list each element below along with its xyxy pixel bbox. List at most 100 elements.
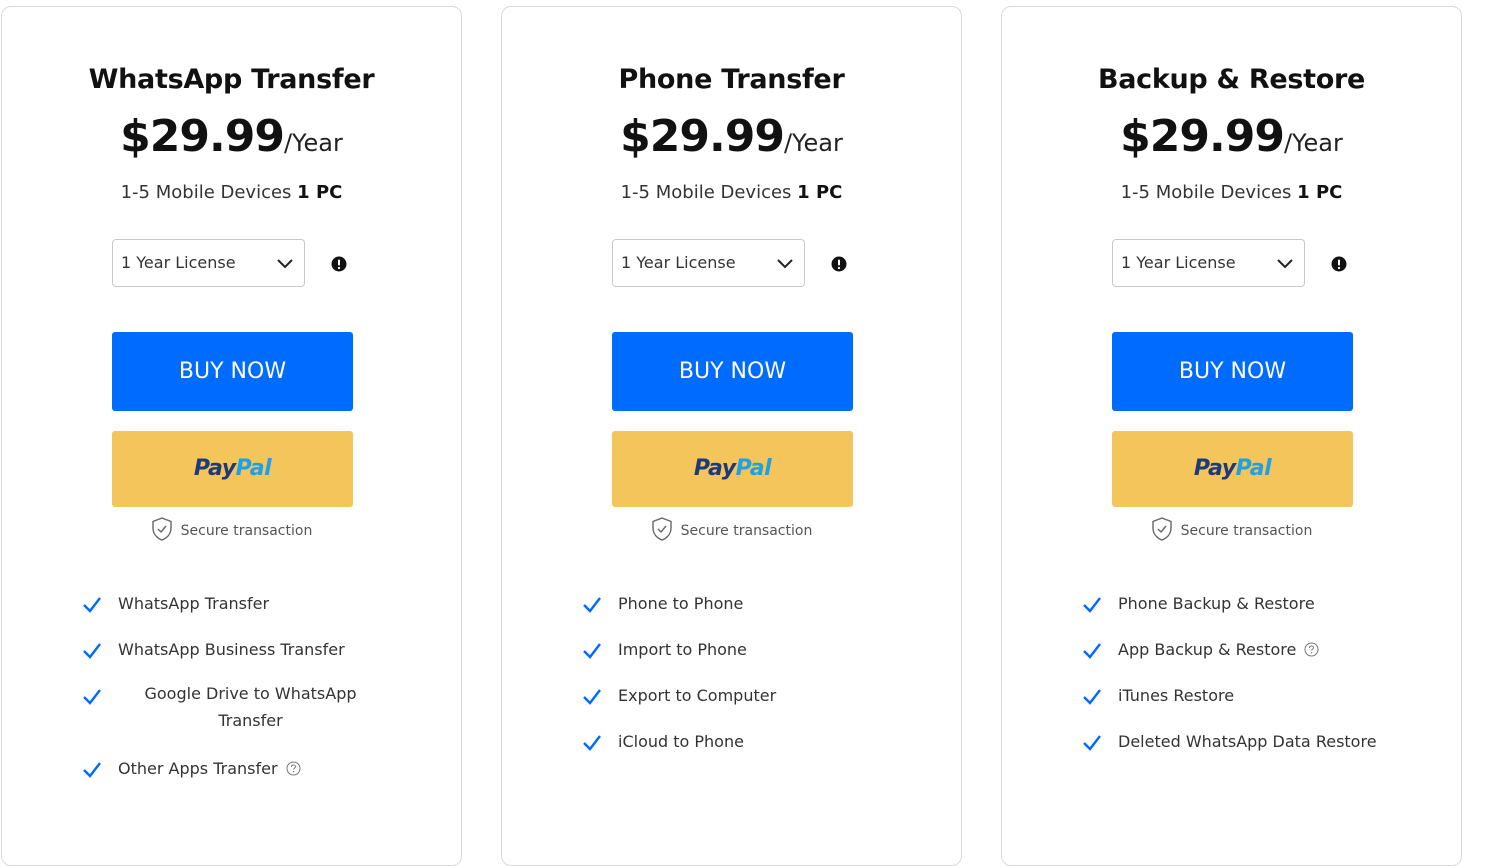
checkmark-icon: [583, 643, 601, 659]
feature-item: WhatsApp Business Transfer: [2, 639, 461, 685]
price-row: $29.99/Year: [2, 111, 461, 162]
shield-check-icon: [651, 517, 672, 541]
feature-item: Other Apps Transfer: [2, 758, 461, 804]
secure-label: Secure transaction: [680, 523, 813, 539]
price-row: $29.99/Year: [1002, 111, 1461, 162]
chevron-down-icon: [777, 259, 793, 269]
feature-label: Import to Phone: [618, 640, 747, 659]
feature-item: Deleted WhatsApp Data Restore: [1002, 731, 1461, 777]
paypal-logo-pal: Pal: [235, 456, 272, 481]
feature-label: Deleted WhatsApp Data Restore: [1118, 732, 1377, 751]
plan-price: $29.99: [620, 111, 785, 162]
feature-item: Phone Backup & Restore: [1002, 593, 1461, 639]
paypal-logo-pay: Pay: [693, 456, 736, 481]
feature-list: WhatsApp Transfer WhatsApp Business Tran…: [2, 593, 461, 804]
feature-item: Google Drive to WhatsApp Transfer: [2, 684, 461, 758]
feature-label: iCloud to Phone: [618, 732, 744, 751]
secure-transaction: Secure transaction: [502, 517, 961, 543]
exclamation-circle-icon[interactable]: [831, 256, 847, 272]
plan-title: Phone Transfer: [618, 64, 845, 95]
checkmark-icon: [1083, 597, 1101, 613]
devices-label: 1-5 Mobile Devices: [120, 182, 292, 203]
plan-title: WhatsApp Transfer: [88, 64, 375, 95]
feature-label-with-help: Other Apps Transfer: [118, 759, 301, 778]
feature-label: WhatsApp Business Transfer: [118, 640, 345, 659]
shield-check-icon: [1151, 517, 1172, 541]
checkmark-icon: [583, 735, 601, 751]
feature-item: iCloud to Phone: [502, 731, 961, 777]
chevron-down-icon: [277, 259, 293, 269]
license-select-value: 1 Year License: [1121, 253, 1236, 272]
feature-label: WhatsApp Transfer: [118, 594, 270, 613]
secure-transaction: Secure transaction: [1002, 517, 1461, 543]
paypal-logo-pay: Pay: [193, 456, 236, 481]
checkmark-icon: [1083, 735, 1101, 751]
checkmark-icon: [583, 689, 601, 705]
buy-now-button[interactable]: BUY NOW: [1112, 332, 1353, 411]
plan-card-backup-restore: Backup & Restore $29.99/Year 1-5 Mobile …: [1001, 6, 1462, 866]
pc-count: 1 PC: [1297, 182, 1343, 203]
devices-info: 1-5 Mobile Devices 1 PC: [1002, 182, 1461, 203]
exclamation-circle-icon[interactable]: [1331, 256, 1347, 272]
license-select-value: 1 Year License: [621, 253, 736, 272]
feature-label: Other Apps Transfer: [118, 759, 278, 778]
checkmark-icon: [583, 597, 601, 613]
plan-card-phone-transfer: Phone Transfer $29.99/Year 1-5 Mobile De…: [501, 6, 962, 866]
feature-item: Export to Computer: [502, 685, 961, 731]
feature-label-with-help: App Backup & Restore: [1118, 640, 1319, 659]
feature-item: WhatsApp Transfer: [2, 593, 461, 639]
secure-transaction: Secure transaction: [2, 517, 461, 543]
checkmark-icon: [83, 597, 101, 613]
exclamation-circle-icon[interactable]: [331, 256, 347, 272]
feature-item: Phone to Phone: [502, 593, 961, 639]
checkmark-icon: [83, 643, 101, 659]
devices-label: 1-5 Mobile Devices: [1120, 182, 1292, 203]
license-select-value: 1 Year License: [121, 253, 236, 272]
checkmark-icon: [1083, 643, 1101, 659]
secure-label: Secure transaction: [180, 523, 313, 539]
feature-label: Phone Backup & Restore: [1118, 594, 1315, 613]
feature-label: Export to Computer: [618, 686, 777, 705]
paypal-button[interactable]: PayPal: [1112, 431, 1353, 507]
checkmark-icon: [83, 762, 101, 778]
feature-label: App Backup & Restore: [1118, 640, 1297, 659]
chevron-down-icon: [1277, 259, 1293, 269]
question-circle-icon[interactable]: [286, 761, 301, 776]
devices-info: 1-5 Mobile Devices 1 PC: [2, 182, 461, 203]
checkmark-icon: [83, 689, 101, 705]
feature-item: App Backup & Restore: [1002, 639, 1461, 685]
checkmark-icon: [1083, 689, 1101, 705]
license-select[interactable]: 1 Year License: [112, 239, 305, 287]
paypal-button[interactable]: PayPal: [112, 431, 353, 507]
license-select[interactable]: 1 Year License: [612, 239, 805, 287]
devices-info: 1-5 Mobile Devices 1 PC: [502, 182, 961, 203]
paypal-button[interactable]: PayPal: [612, 431, 853, 507]
shield-check-icon: [151, 517, 172, 541]
license-select[interactable]: 1 Year License: [1112, 239, 1305, 287]
paypal-logo-pal: Pal: [735, 456, 772, 481]
paypal-logo-pay: Pay: [1193, 456, 1236, 481]
plan-price: $29.99: [120, 111, 285, 162]
feature-label: Google Drive to WhatsApp Transfer: [144, 684, 357, 730]
paypal-logo-pal: Pal: [1235, 456, 1272, 481]
feature-label: iTunes Restore: [1118, 686, 1235, 705]
feature-item: iTunes Restore: [1002, 685, 1461, 731]
feature-item: Import to Phone: [502, 639, 961, 685]
feature-list: Phone Backup & Restore App Backup & Rest…: [1002, 593, 1461, 777]
buy-now-button[interactable]: BUY NOW: [612, 332, 853, 411]
plan-price: $29.99: [1120, 111, 1285, 162]
plan-period: /Year: [283, 129, 343, 157]
devices-label: 1-5 Mobile Devices: [620, 182, 792, 203]
plan-title: Backup & Restore: [1097, 64, 1366, 95]
question-circle-icon[interactable]: [1304, 642, 1319, 657]
plan-period: /Year: [1283, 129, 1343, 157]
plan-card-whatsapp-transfer: WhatsApp Transfer $29.99/Year 1-5 Mobile…: [1, 6, 462, 866]
pc-count: 1 PC: [297, 182, 343, 203]
buy-now-button[interactable]: BUY NOW: [112, 332, 353, 411]
pc-count: 1 PC: [797, 182, 843, 203]
price-row: $29.99/Year: [502, 111, 961, 162]
feature-label: Phone to Phone: [618, 594, 744, 613]
plan-period: /Year: [783, 129, 843, 157]
feature-list: Phone to Phone Import to Phone Export to…: [502, 593, 961, 777]
secure-label: Secure transaction: [1180, 523, 1313, 539]
